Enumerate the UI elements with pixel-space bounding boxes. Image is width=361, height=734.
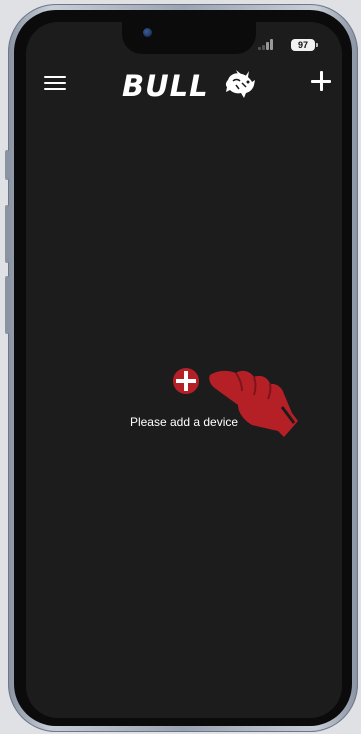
bull-mascot-icon <box>225 70 255 98</box>
logo-text: BULL <box>122 69 209 103</box>
cellular-signal-icon <box>258 38 278 50</box>
app-screen: 97 BULL Please add a device <box>26 22 342 718</box>
add-device-button[interactable] <box>310 70 334 94</box>
empty-message: Please add a device <box>129 415 239 429</box>
volume-up-button <box>5 205 9 263</box>
empty-state: Please add a device <box>26 342 342 462</box>
brand-logo: BULL <box>122 66 260 103</box>
volume-down-button <box>5 276 9 334</box>
notch <box>122 22 256 54</box>
mute-switch <box>5 150 9 180</box>
front-camera <box>143 28 152 37</box>
battery-indicator: 97 <box>291 39 318 51</box>
add-circle-icon[interactable] <box>166 364 210 398</box>
hamburger-menu-icon[interactable] <box>44 74 68 92</box>
